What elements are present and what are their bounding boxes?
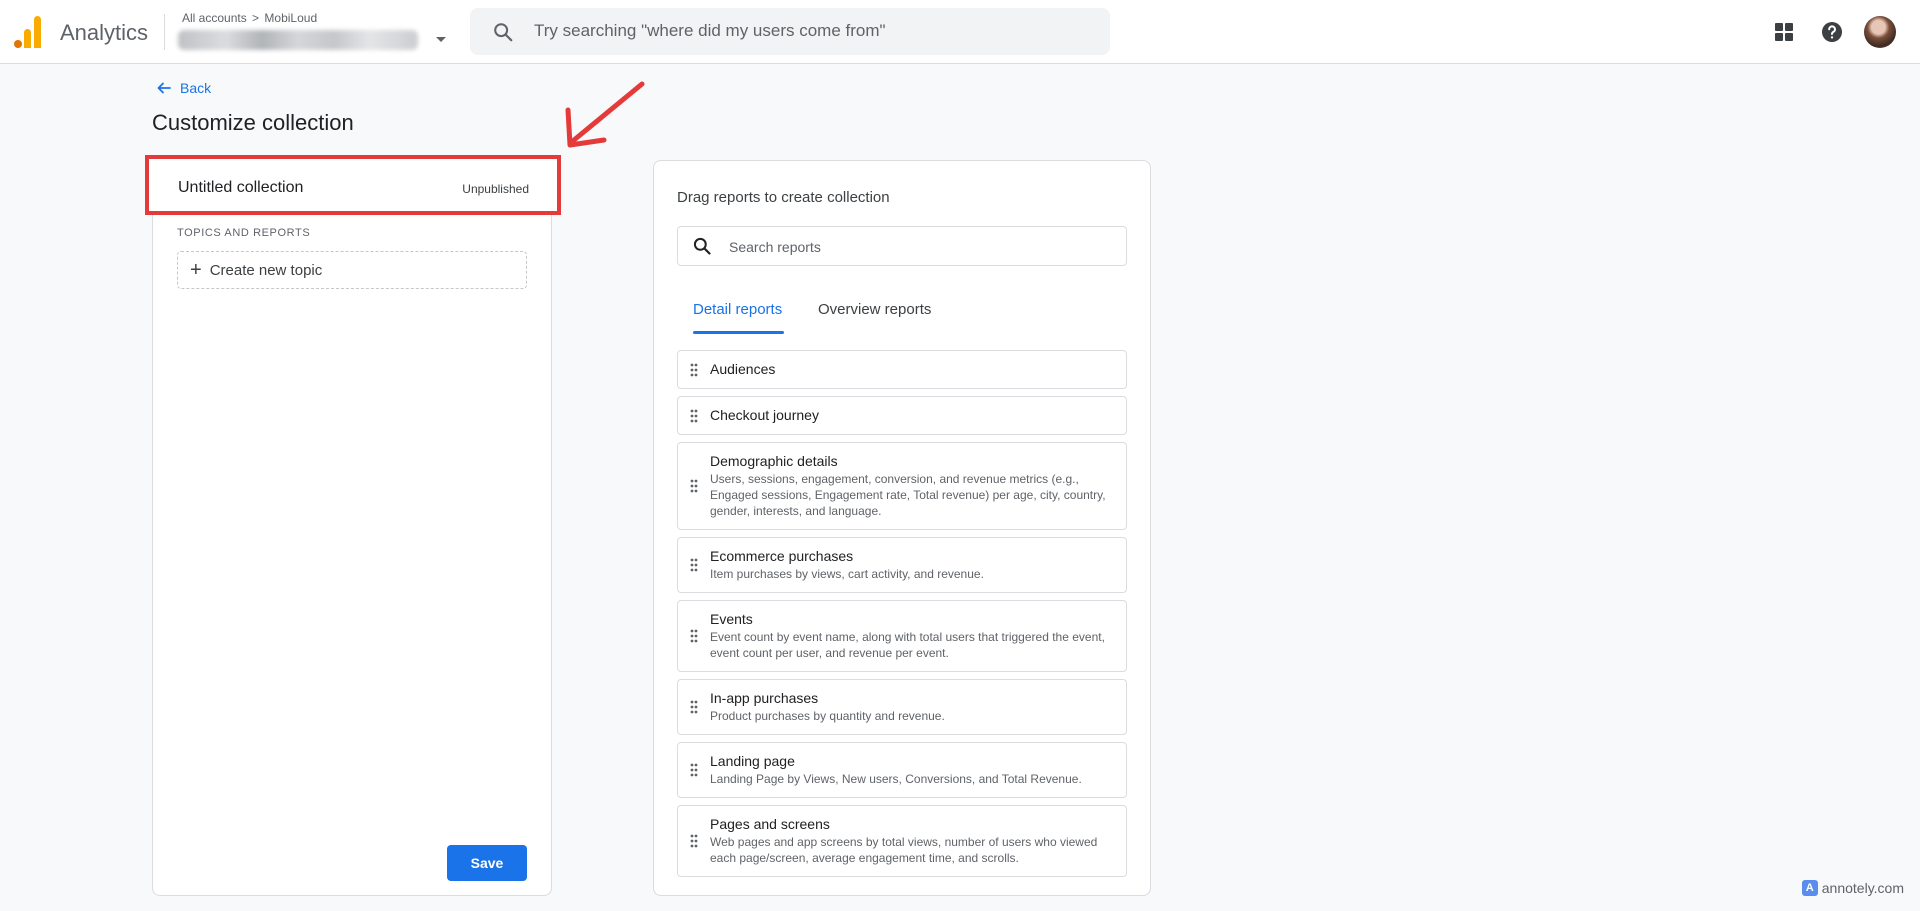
search-reports-input[interactable]: Search reports — [677, 226, 1127, 266]
drag-handle-icon[interactable] — [690, 700, 698, 714]
back-label: Back — [180, 80, 212, 96]
report-item[interactable]: Ecommerce purchases Item purchases by vie… — [677, 537, 1127, 593]
report-name: Ecommerce purchases — [710, 548, 854, 564]
drag-handle-icon[interactable] — [690, 558, 698, 572]
report-name: Pages and screens — [710, 816, 830, 832]
report-description: Product purchases by quantity and revenu… — [710, 709, 945, 723]
report-item[interactable]: Checkout journey — [677, 396, 1127, 435]
save-button[interactable]: Save — [447, 845, 527, 881]
breadcrumb-account: MobiLoud — [264, 11, 318, 25]
search-icon — [494, 23, 513, 42]
report-item[interactable]: Demographic details Users, sessions, enga… — [677, 442, 1127, 530]
search-placeholder: Try searching "where did my users come f… — [534, 21, 886, 40]
report-name: Checkout journey — [710, 407, 819, 423]
status-badge: Unpublished — [462, 182, 529, 196]
report-item[interactable]: Events Event count by event name, along w… — [677, 600, 1127, 672]
report-name: Demographic details — [710, 453, 838, 469]
drag-handle-icon[interactable] — [690, 363, 698, 377]
page-title: Customize collection — [152, 110, 354, 135]
analytics-logo-icon[interactable] — [14, 16, 42, 48]
report-item[interactable]: Audiences — [677, 350, 1127, 389]
plus-icon: + — [190, 259, 202, 281]
breadcrumb-separator: > — [252, 11, 260, 25]
report-description: Users, sessions, engagement, conversion,… — [710, 472, 1106, 518]
chevron-down-icon[interactable] — [436, 37, 446, 42]
annotely-logo-icon: A — [1801, 880, 1818, 896]
apps-grid-icon[interactable] — [1772, 20, 1796, 44]
watermark: A annotely.com — [1801, 880, 1904, 896]
avatar[interactable] — [1864, 16, 1896, 48]
property-selector[interactable] — [178, 30, 418, 50]
drag-handle-icon[interactable] — [690, 409, 698, 423]
collection-title: Untitled collection — [178, 179, 304, 196]
collection-editor-panel: Untitled collection Unpublished TOPICS A… — [145, 155, 561, 896]
report-description: Web pages and app screens by total views… — [710, 835, 1098, 865]
report-list: Audiences Checkout journey Demographic det… — [677, 350, 1127, 884]
report-name: Landing page — [710, 753, 795, 769]
drag-handle-icon[interactable] — [690, 479, 698, 493]
library-title: Drag reports to create collection — [677, 189, 890, 206]
top-app-bar: Analytics All accounts > MobiLoud Try se… — [0, 0, 1920, 64]
create-topic-button[interactable]: + Create new topic — [177, 251, 527, 289]
report-item[interactable]: In-app purchases Product purchases by qua… — [677, 679, 1127, 735]
global-search-input[interactable]: Try searching "where did my users come f… — [470, 8, 1110, 55]
report-name: In-app purchases — [710, 690, 819, 706]
tab-overview-reports[interactable]: Overview reports — [818, 301, 931, 318]
help-icon[interactable] — [1820, 20, 1844, 44]
active-tab-indicator — [693, 331, 784, 334]
report-description: Event count by event name, along with to… — [710, 630, 1105, 660]
account-breadcrumb[interactable]: All accounts > MobiLoud — [182, 11, 317, 25]
product-name[interactable]: Analytics — [60, 20, 148, 46]
drag-handle-icon[interactable] — [690, 763, 698, 777]
watermark-text: annotely.com — [1821, 880, 1904, 896]
report-library-panel: Drag reports to create collection Search… — [653, 160, 1151, 896]
collection-name-field[interactable]: Untitled collection Unpublished — [145, 155, 561, 215]
report-description: Item purchases by views, cart activity, … — [710, 567, 984, 581]
breadcrumb-root: All accounts — [182, 11, 247, 25]
tab-detail-reports[interactable]: Detail reports — [693, 301, 782, 318]
report-item[interactable]: Landing page Landing Page by Views, New u… — [677, 742, 1127, 798]
annotation-arrow-icon — [565, 81, 645, 148]
divider — [164, 14, 165, 50]
search-reports-placeholder: Search reports — [729, 239, 821, 255]
back-link[interactable]: Back — [156, 80, 211, 96]
arrow-back-icon — [157, 82, 171, 94]
create-topic-label: Create new topic — [209, 261, 323, 279]
report-name: Audiences — [710, 361, 776, 377]
report-item[interactable]: Pages and screens Web pages and app scree… — [677, 805, 1127, 877]
drag-handle-icon[interactable] — [690, 629, 698, 643]
drag-handle-icon[interactable] — [690, 834, 698, 848]
report-description: Landing Page by Views, New users, Conver… — [710, 772, 1082, 786]
report-name: Events — [710, 611, 753, 627]
section-label: TOPICS AND REPORTS — [177, 227, 311, 239]
search-icon — [693, 237, 711, 255]
